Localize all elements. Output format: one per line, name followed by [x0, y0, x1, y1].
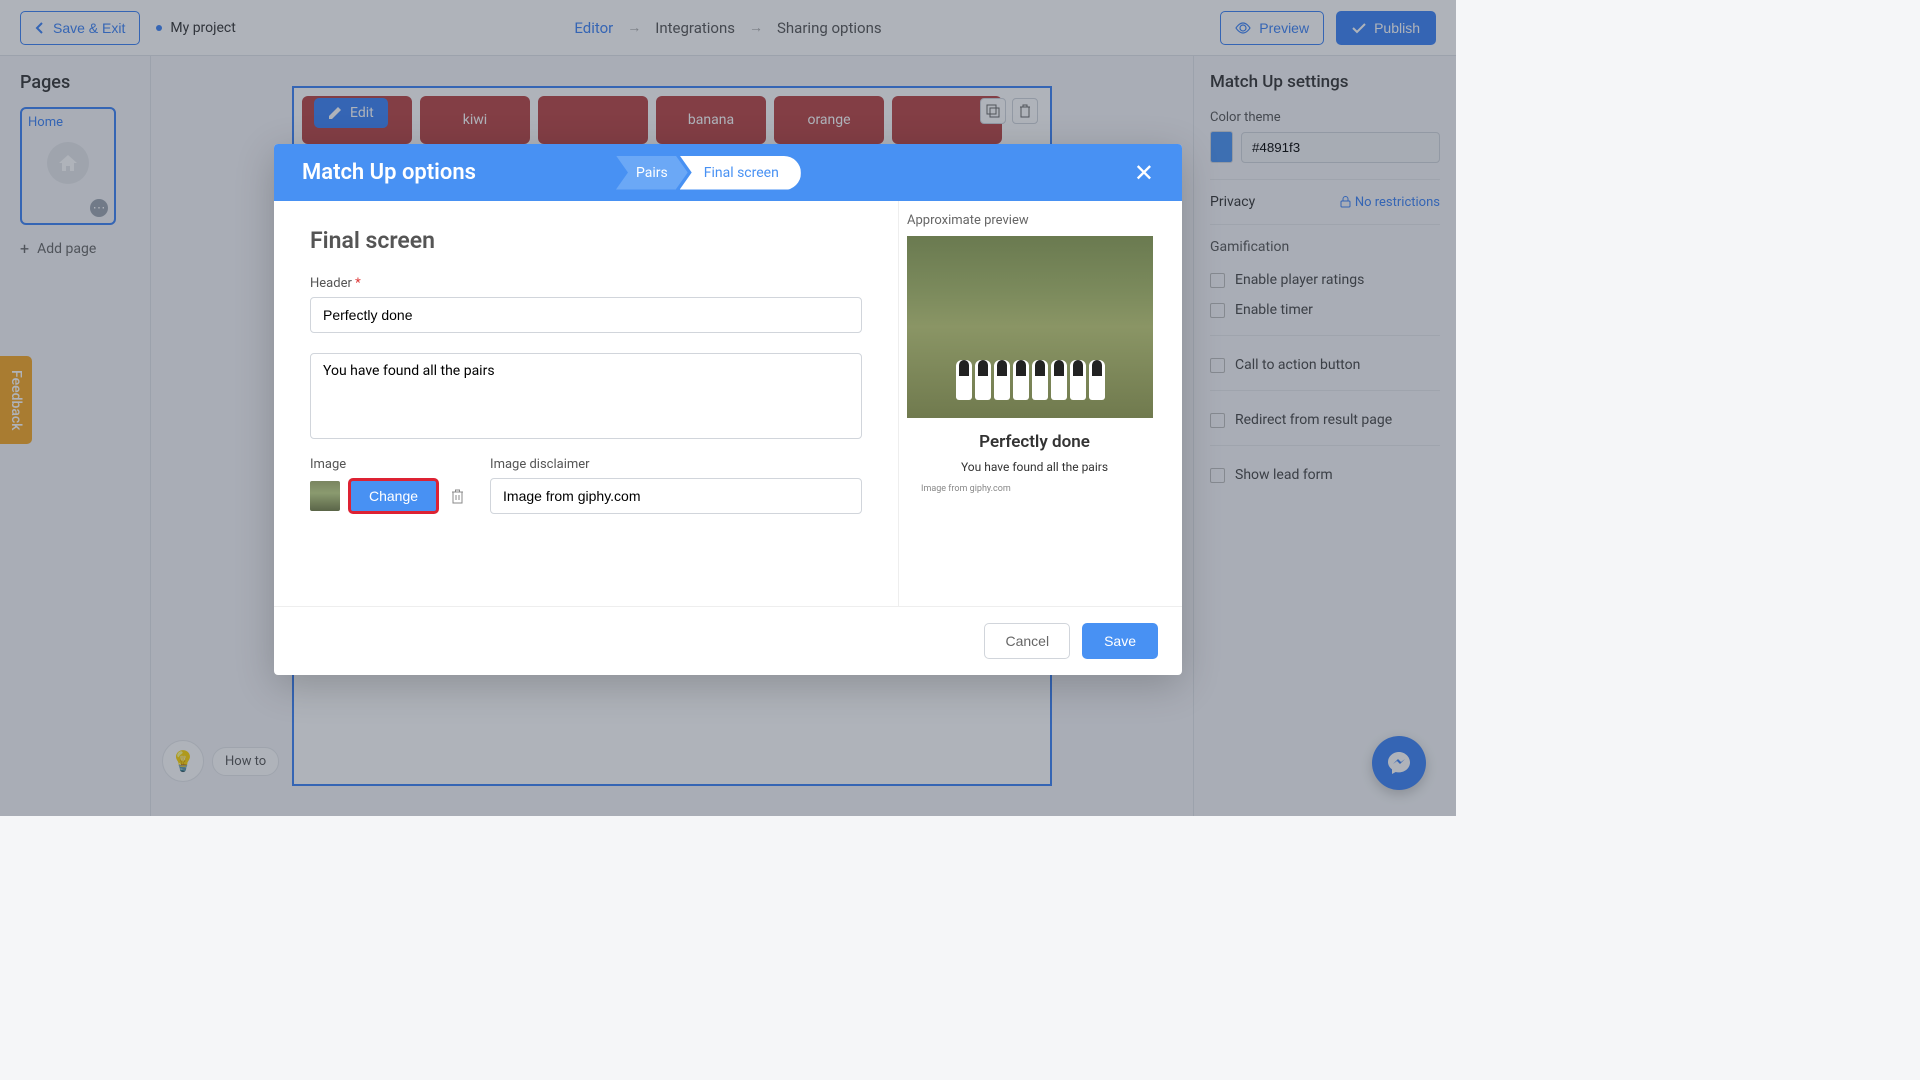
body-textarea[interactable]: You have found all the pairs	[310, 353, 862, 439]
disclaimer-input[interactable]	[490, 478, 862, 514]
section-title: Final screen	[310, 227, 862, 254]
header-label: Header	[310, 276, 352, 291]
preview-title: Perfectly done	[917, 432, 1152, 452]
required-icon: *	[355, 276, 361, 291]
disclaimer-label: Image disclaimer	[490, 457, 862, 472]
preview-subtitle: You have found all the pairs	[917, 460, 1152, 474]
modal-dialog: Match Up options Pairs Final screen ✕ Fi…	[274, 144, 1182, 675]
image-thumbnail[interactable]	[310, 481, 340, 511]
modal-header: Match Up options Pairs Final screen ✕	[274, 144, 1182, 201]
modal-title: Match Up options	[302, 160, 476, 185]
change-image-button[interactable]: Change	[348, 478, 439, 514]
save-button[interactable]: Save	[1082, 623, 1158, 659]
preview-disclaimer: Image from giphy.com	[917, 484, 1152, 494]
delete-image-icon[interactable]	[447, 485, 468, 508]
tab-final-screen[interactable]: Final screen	[680, 156, 801, 190]
preview-image	[907, 236, 1153, 418]
close-icon[interactable]: ✕	[1134, 159, 1154, 187]
header-input[interactable]	[310, 297, 862, 333]
tab-pairs[interactable]: Pairs	[616, 156, 688, 190]
preview-label: Approximate preview	[907, 213, 1162, 228]
image-label: Image	[310, 457, 468, 472]
cancel-button[interactable]: Cancel	[984, 623, 1070, 659]
